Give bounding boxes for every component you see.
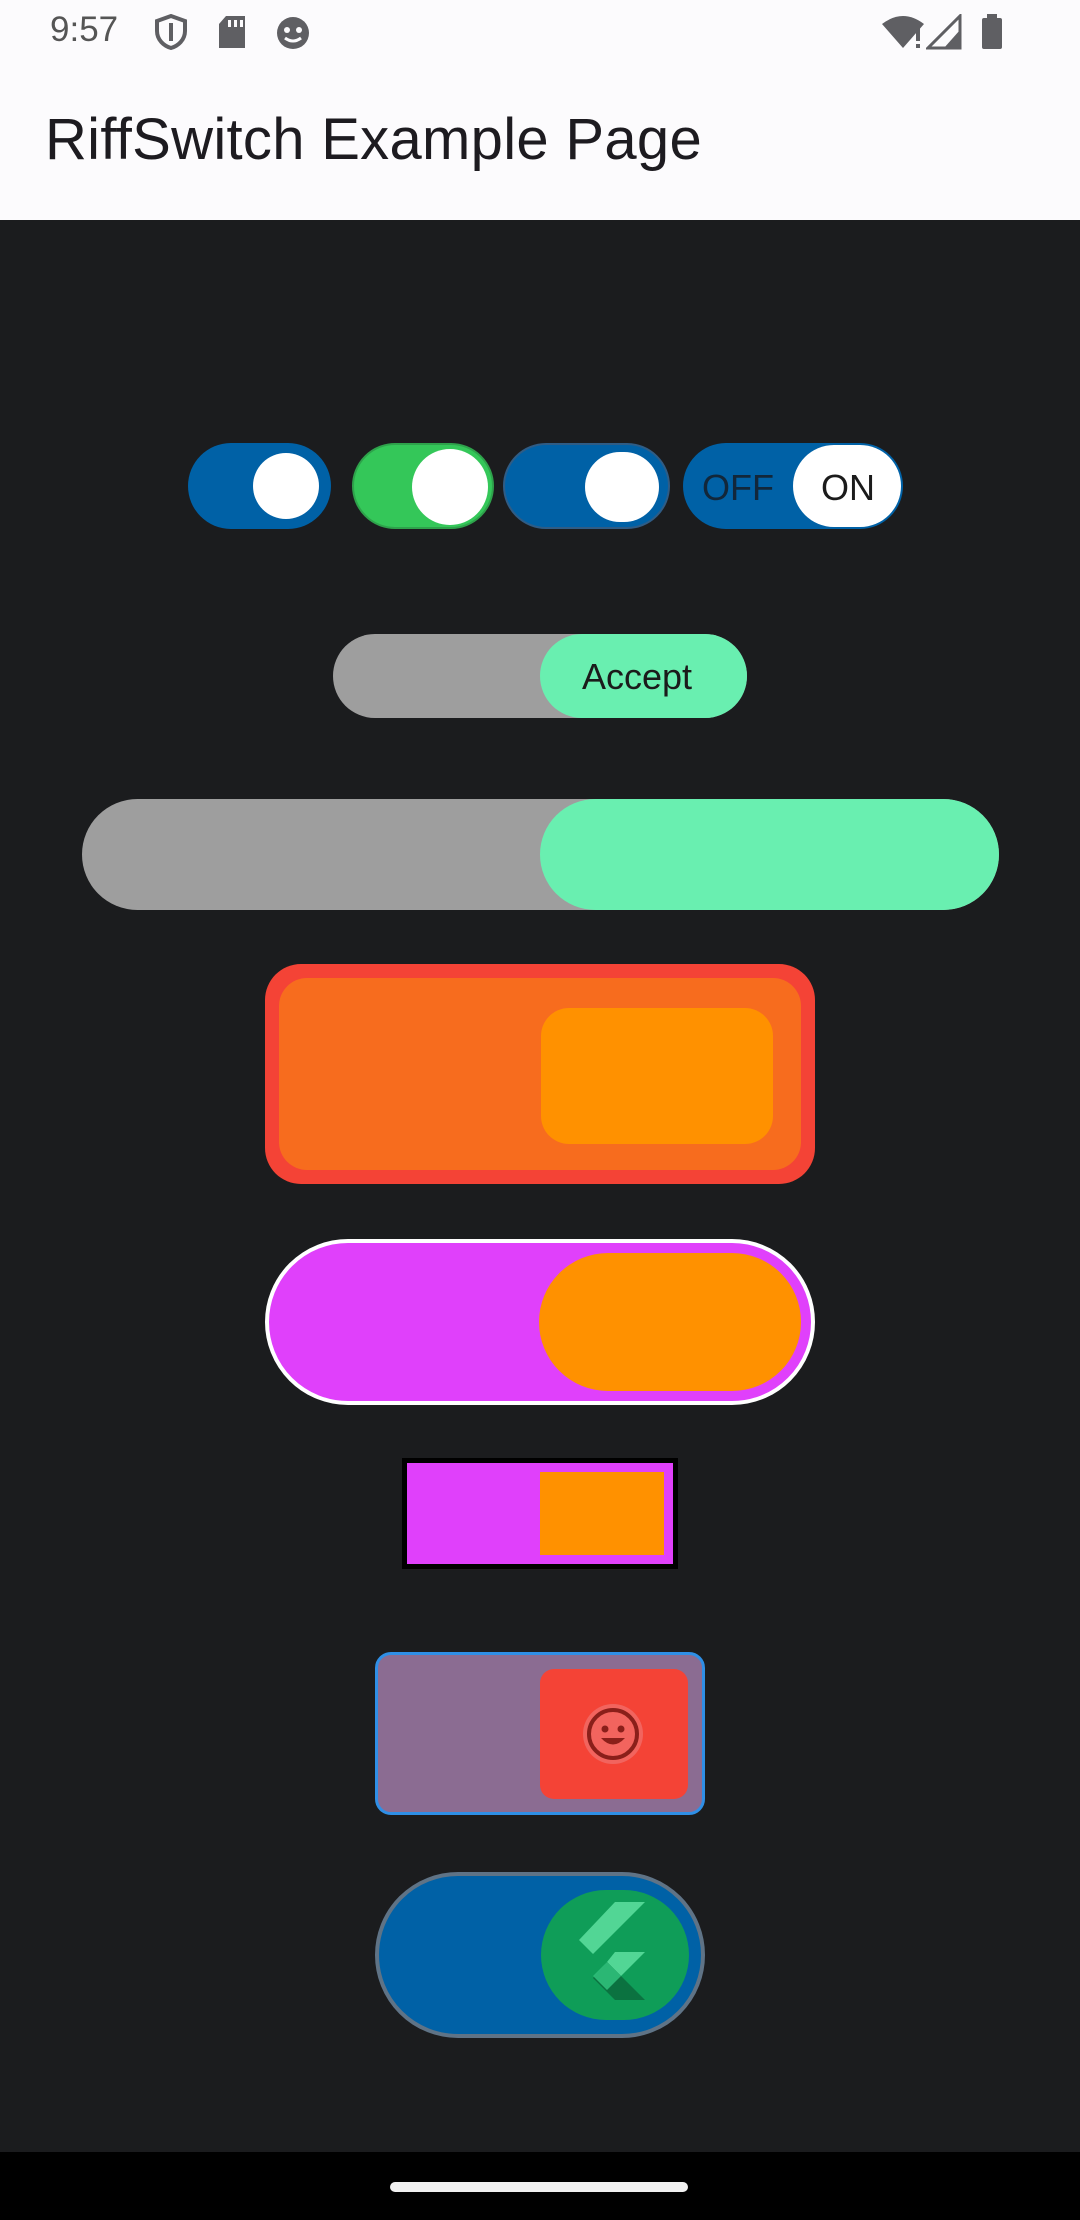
battery-icon (980, 14, 1004, 55)
orange-switch[interactable] (265, 964, 815, 1184)
switch-thumb (540, 1669, 688, 1799)
blue-switch[interactable] (188, 443, 331, 529)
switch-thumb (585, 452, 659, 522)
wide-switch[interactable] (82, 799, 999, 910)
switch-thumb (540, 799, 999, 910)
sd-card-icon (217, 14, 247, 55)
green-switch[interactable] (352, 443, 494, 529)
switch-thumb (541, 1890, 689, 2020)
accept-thumb: Accept (540, 634, 747, 718)
switch-thumb (541, 1008, 773, 1144)
accept-switch[interactable]: Accept (333, 634, 747, 718)
emoji-switch[interactable] (375, 1652, 705, 1815)
switch-thumb (412, 449, 488, 525)
switch-off-label: OFF (702, 467, 774, 508)
page-title: RiffSwitch Example Page (45, 107, 703, 172)
flutter-switch[interactable] (375, 1872, 705, 2038)
app-bar: RiffSwitch Example Page (0, 64, 1080, 221)
square-switch[interactable] (402, 1458, 678, 1569)
cell-signal-icon (924, 12, 962, 55)
switch-track (279, 978, 801, 1170)
status-bar: 9:57 (0, 0, 1080, 64)
switch-thumb (539, 1253, 801, 1391)
accept-label: Accept (582, 656, 693, 697)
switch-thumb (253, 453, 319, 519)
flutter-logo-icon (571, 1898, 661, 2019)
switch-on-label: ON (821, 467, 875, 508)
android-debug-icon (274, 14, 312, 55)
navigation-bar (0, 2152, 1080, 2220)
blue-switch-bordered[interactable] (503, 443, 670, 529)
magenta-switch[interactable] (265, 1239, 815, 1405)
status-time: 9:57 (50, 10, 119, 49)
wifi-alert-icon (880, 14, 926, 55)
shield-icon (154, 13, 188, 55)
home-gesture-handle[interactable] (390, 2182, 688, 2192)
switch-thumb (540, 1472, 664, 1555)
off-on-switch[interactable]: OFF ON (683, 443, 903, 529)
smiley-face-icon (580, 1701, 646, 1772)
